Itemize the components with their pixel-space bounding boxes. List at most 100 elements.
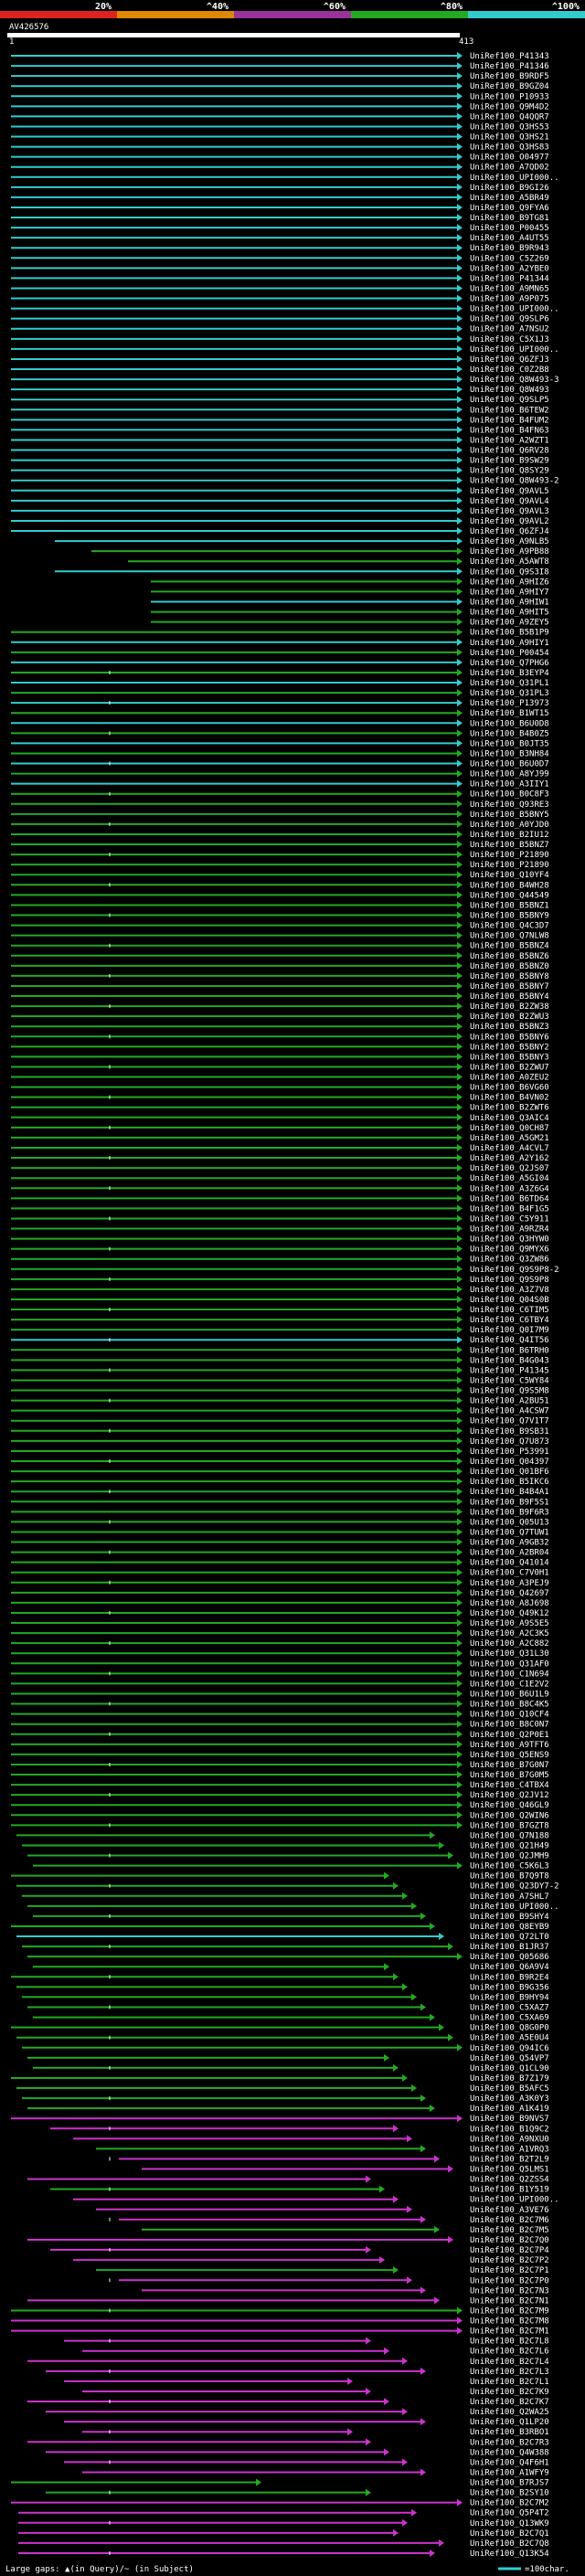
hit-label[interactable]: UniRef100_Q0CH87	[470, 1124, 549, 1133]
hit-label[interactable]: UniRef100_B2SY10	[470, 2489, 549, 2498]
hit-label[interactable]: UniRef100_UPI000..	[470, 2196, 559, 2205]
hit-label[interactable]: UniRef100_A5GM21	[470, 1134, 549, 1143]
hit-label[interactable]: UniRef100_Q31AF0	[470, 1659, 549, 1669]
hit-label[interactable]: UniRef100_Q10YF4	[470, 871, 549, 880]
hit-label[interactable]: UniRef100_B2C7L8	[470, 2337, 549, 2347]
hit-label[interactable]: UniRef100_A7SHL7	[470, 1892, 549, 1902]
hit-label[interactable]: UniRef100_C5Z269	[470, 254, 549, 263]
hit-label[interactable]: UniRef100_Q9AVL2	[470, 517, 549, 526]
hit-label[interactable]: UniRef100_B4VN02	[470, 1094, 549, 1103]
hit-label[interactable]: UniRef100_B2C7K9	[470, 2388, 549, 2397]
hit-label[interactable]: UniRef100_A9HIT5	[470, 609, 549, 618]
hit-label[interactable]: UniRef100_UPI000..	[470, 174, 559, 183]
hit-label[interactable]: UniRef100_Q0I7M9	[470, 1326, 549, 1335]
hit-label[interactable]: UniRef100_B3EYP4	[470, 669, 549, 678]
hit-label[interactable]: UniRef100_A5GI04	[470, 1174, 549, 1183]
hit-label[interactable]: UniRef100_B5AFC5	[470, 2084, 549, 2094]
hit-label[interactable]: UniRef100_Q01BF6	[470, 1468, 549, 1477]
hit-label[interactable]: UniRef100_P21890	[470, 861, 549, 870]
hit-label[interactable]: UniRef100_B2C7L4	[470, 2358, 549, 2367]
hit-label[interactable]: UniRef100_C5Y911	[470, 1214, 549, 1224]
hit-label[interactable]: UniRef100_B6TD64	[470, 1194, 549, 1203]
hit-label[interactable]: UniRef100_O04977	[470, 154, 549, 163]
hit-label[interactable]: UniRef100_Q3AIC4	[470, 1114, 549, 1123]
hit-label[interactable]: UniRef100_B5BNY4	[470, 992, 549, 1002]
hit-label[interactable]: UniRef100_Q42697	[470, 1589, 549, 1598]
hit-label[interactable]: UniRef100_A9TFT6	[470, 1741, 549, 1750]
hit-label[interactable]: UniRef100_B4FN63	[470, 426, 549, 435]
hit-label[interactable]: UniRef100_Q3HS83	[470, 143, 549, 153]
hit-label[interactable]: UniRef100_Q9MYX6	[470, 1246, 549, 1255]
hit-label[interactable]: UniRef100_B2C7P2	[470, 2256, 549, 2265]
hit-label[interactable]: UniRef100_Q13WK9	[470, 2519, 549, 2528]
hit-label[interactable]: UniRef100_Q9AVL5	[470, 487, 549, 496]
hit-label[interactable]: UniRef100_B1Y519	[470, 2186, 549, 2195]
hit-label[interactable]: UniRef100_Q05U13	[470, 1518, 549, 1527]
hit-label[interactable]: UniRef100_Q7V1T7	[470, 1417, 549, 1426]
hit-label[interactable]: UniRef100_Q4C3D7	[470, 922, 549, 931]
hit-label[interactable]: UniRef100_C4TBX4	[470, 1781, 549, 1790]
hit-label[interactable]: UniRef100_A9HIY7	[470, 588, 549, 597]
hit-label[interactable]: UniRef100_Q9S5M8	[470, 1387, 549, 1396]
hit-label[interactable]: UniRef100_Q6ZFJ4	[470, 527, 549, 536]
hit-label[interactable]: UniRef100_Q7N188	[470, 1831, 549, 1840]
hit-label[interactable]: UniRef100_B9R2E4	[470, 1973, 549, 1982]
hit-label[interactable]: UniRef100_A9HIW1	[470, 598, 549, 607]
hit-label[interactable]: UniRef100_Q31PL3	[470, 689, 549, 698]
hit-label[interactable]: UniRef100_Q04S0B	[470, 1296, 549, 1305]
hit-label[interactable]: UniRef100_A9NLB5	[470, 537, 549, 546]
hit-label[interactable]: UniRef100_Q8G0P0	[470, 2024, 549, 2033]
hit-label[interactable]: UniRef100_B5BNY7	[470, 982, 549, 991]
hit-label[interactable]: UniRef100_P41345	[470, 1366, 549, 1375]
hit-label[interactable]: UniRef100_B1JR37	[470, 1943, 549, 1952]
hit-label[interactable]: UniRef100_Q2ZSS4	[470, 2176, 549, 2185]
hit-label[interactable]: UniRef100_Q94IC6	[470, 2044, 549, 2053]
hit-label[interactable]: UniRef100_Q13K54	[470, 2549, 549, 2559]
hit-label[interactable]: UniRef100_Q23DY7-2	[470, 1882, 559, 1892]
hit-label[interactable]: UniRef100_C5K6L3	[470, 1862, 549, 1871]
hit-label[interactable]: UniRef100_Q4F6H1	[470, 2458, 549, 2467]
hit-label[interactable]: UniRef100_B2C7N3	[470, 2286, 549, 2295]
hit-label[interactable]: UniRef100_Q21H49	[470, 1841, 549, 1850]
hit-label[interactable]: UniRef100_B2C7M6	[470, 2216, 549, 2225]
hit-label[interactable]: UniRef100_C5WY84	[470, 1376, 549, 1385]
hit-label[interactable]: UniRef100_Q04397	[470, 1458, 549, 1467]
hit-label[interactable]: UniRef100_B2C7P4	[470, 2246, 549, 2255]
hit-label[interactable]: UniRef100_C5XAZ7	[470, 2004, 549, 2013]
hit-label[interactable]: UniRef100_A2YBE0	[470, 264, 549, 273]
hit-label[interactable]: UniRef100_Q8W493-2	[470, 477, 559, 486]
hit-label[interactable]: UniRef100_Q9AVL3	[470, 507, 549, 516]
hit-label[interactable]: UniRef100_Q2JMH9	[470, 1852, 549, 1861]
hit-label[interactable]: UniRef100_Q54VP7	[470, 2054, 549, 2063]
hit-label[interactable]: UniRef100_B6U0D7	[470, 760, 549, 769]
hit-label[interactable]: UniRef100_UPI000..	[470, 305, 559, 314]
hit-label[interactable]: UniRef100_B0JT35	[470, 739, 549, 748]
hit-label[interactable]: UniRef100_Q72LT0	[470, 1933, 549, 1942]
hit-label[interactable]: UniRef100_A3K0Y3	[470, 2094, 549, 2104]
hit-label[interactable]: UniRef100_B9G356	[470, 1983, 549, 1992]
hit-label[interactable]: UniRef100_B9RDF5	[470, 72, 549, 81]
hit-label[interactable]: UniRef100_A7NSU2	[470, 325, 549, 334]
hit-label[interactable]: UniRef100_B9GI26	[470, 184, 549, 193]
hit-label[interactable]: UniRef100_C1N694	[470, 1670, 549, 1679]
hit-label[interactable]: UniRef100_A7QD02	[470, 164, 549, 173]
hit-label[interactable]: UniRef100_A2C3K5	[470, 1629, 549, 1638]
hit-label[interactable]: UniRef100_B5BNZ3	[470, 1023, 549, 1032]
hit-label[interactable]: UniRef100_A4UT55	[470, 234, 549, 243]
hit-label[interactable]: UniRef100_C7V0H1	[470, 1569, 549, 1578]
hit-label[interactable]: UniRef100_Q6A9V4	[470, 1963, 549, 1972]
hit-label[interactable]: UniRef100_B2C7M5	[470, 2226, 549, 2235]
hit-label[interactable]: UniRef100_B2C7L1	[470, 2378, 549, 2387]
hit-label[interactable]: UniRef100_Q9FYA6	[470, 204, 549, 213]
hit-label[interactable]: UniRef100_B2C7P1	[470, 2266, 549, 2275]
hit-label[interactable]: UniRef100_Q7NLW8	[470, 932, 549, 941]
hit-label[interactable]: UniRef100_C6TIM5	[470, 1306, 549, 1315]
hit-label[interactable]: UniRef100_P13973	[470, 699, 549, 708]
hit-label[interactable]: UniRef100_B7Q9T8	[470, 1872, 549, 1882]
hit-label[interactable]: UniRef100_A3PEJ9	[470, 1579, 549, 1588]
hit-label[interactable]: UniRef100_B9SHY4	[470, 1913, 549, 1922]
hit-label[interactable]: UniRef100_A4CSW7	[470, 1407, 549, 1416]
hit-label[interactable]: UniRef100_B4G043	[470, 1356, 549, 1365]
hit-label[interactable]: UniRef100_B2C7L6	[470, 2348, 549, 2357]
hit-label[interactable]: UniRef100_P00455	[470, 224, 549, 233]
